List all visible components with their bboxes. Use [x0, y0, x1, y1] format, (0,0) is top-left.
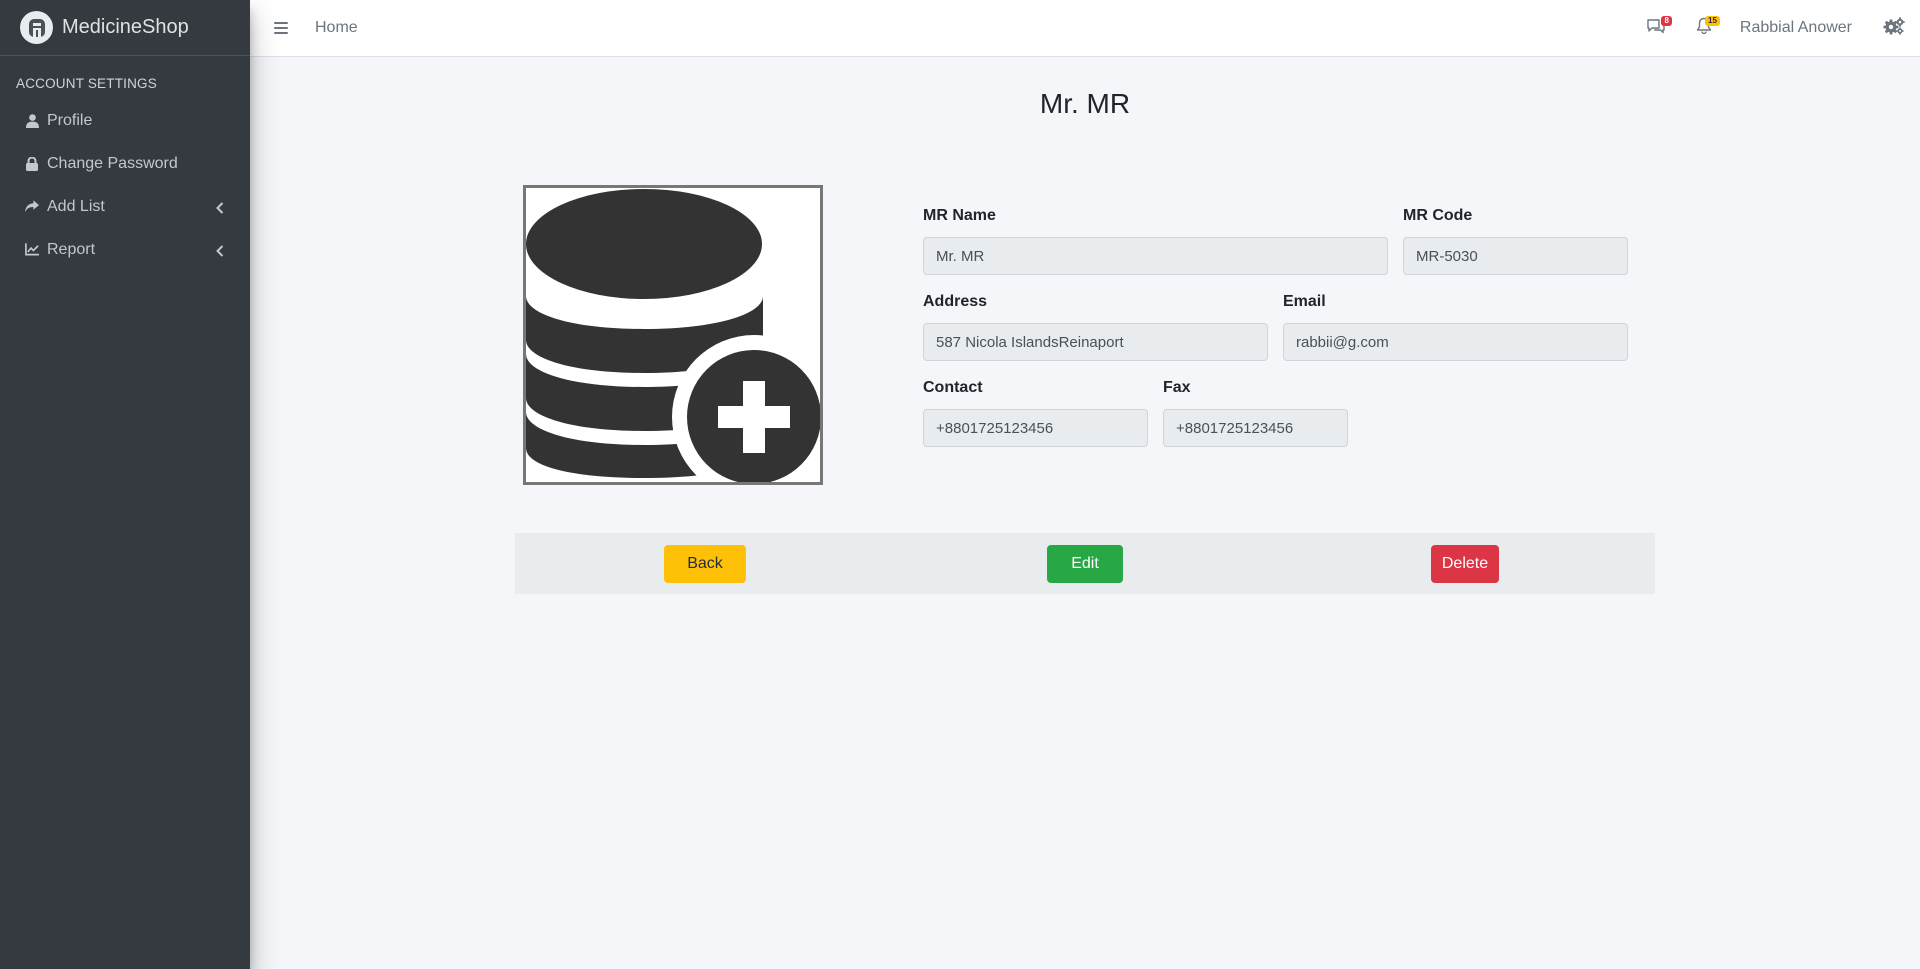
sidebar-item-report[interactable]: Report [0, 228, 250, 271]
mr-code-label: MR Code [1403, 207, 1473, 224]
home-link[interactable]: Home [315, 19, 358, 37]
sidebar-item-label: Report [47, 240, 96, 258]
sidebar-item-label: Add List [47, 197, 105, 215]
user-name[interactable]: Rabbial Anower [1740, 19, 1852, 37]
sidebar-item-profile[interactable]: Profile [0, 99, 250, 142]
messages-button[interactable]: 8 [1644, 16, 1672, 40]
address-label: Address [923, 293, 988, 310]
edit-button[interactable]: Edit [1047, 545, 1123, 583]
chevron-left-icon [216, 201, 226, 214]
chart-line-icon [25, 243, 39, 257]
messages-badge: 8 [1661, 16, 1672, 26]
chevron-left-icon [216, 244, 226, 257]
brand-logo-icon [20, 11, 53, 44]
contact-label: Contact [923, 379, 983, 396]
brand-link[interactable]: MedicineShop [0, 0, 250, 56]
brand-name: MedicineShop [62, 16, 189, 38]
sidebar-item-add-list[interactable]: Add List [0, 185, 250, 228]
sidebar-item-label: Change Password [47, 154, 178, 172]
notifications-button[interactable]: 15 [1692, 16, 1720, 40]
nav-header-account-settings: ACCOUNT SETTINGS [16, 76, 157, 91]
settings-button[interactable] [1882, 16, 1906, 40]
email-field[interactable]: rabbii@g.com [1283, 323, 1628, 361]
address-field[interactable]: 587 Nicola IslandsReinaport [923, 323, 1268, 361]
email-label: Email [1283, 293, 1326, 310]
top-navbar: Home 8 15 Rabbial Anower [250, 0, 1920, 57]
database-add-icon [526, 189, 836, 499]
fax-label: Fax [1163, 379, 1191, 396]
menu-toggle-icon[interactable] [274, 21, 288, 35]
navbar-right: 8 15 Rabbial Anower [1644, 0, 1920, 56]
sidebar-item-change-password[interactable]: Change Password [0, 142, 250, 185]
sidebar: MedicineShop ACCOUNT SETTINGS Profile Ch… [0, 0, 250, 969]
page-title: Mr. MR [1039, 88, 1131, 119]
share-icon [25, 200, 39, 214]
back-button[interactable]: Back [664, 545, 746, 583]
mr-name-field[interactable]: Mr. MR [923, 237, 1388, 275]
sidebar-item-label: Profile [47, 111, 93, 129]
lock-icon [25, 156, 39, 171]
mr-code-field[interactable]: MR-5030 [1403, 237, 1628, 275]
gears-icon [1883, 16, 1905, 40]
mr-name-label: MR Name [923, 207, 996, 224]
user-icon [25, 113, 39, 128]
mr-photo [523, 185, 836, 499]
notifications-badge: 15 [1705, 16, 1720, 26]
contact-field[interactable]: +8801725123456 [923, 409, 1148, 447]
fax-field[interactable]: +8801725123456 [1163, 409, 1348, 447]
delete-button[interactable]: Delete [1431, 545, 1499, 583]
